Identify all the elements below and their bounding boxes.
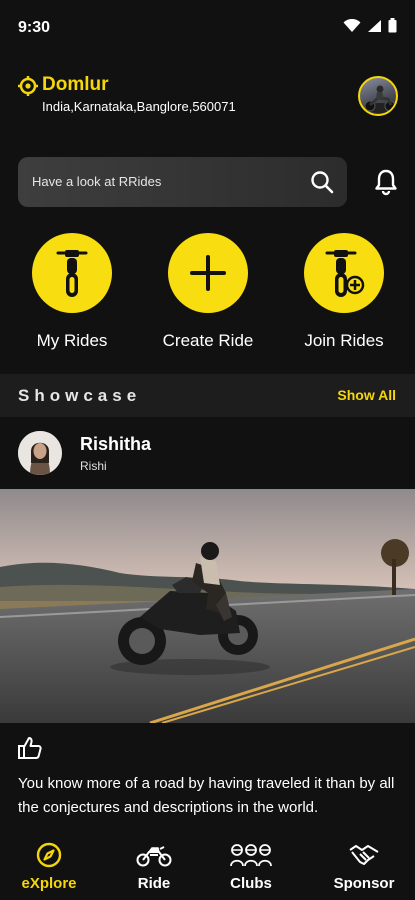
my-rides-label: My Rides xyxy=(36,331,108,350)
nav-explore[interactable]: eXplore xyxy=(0,841,99,892)
group-helmets-icon xyxy=(230,844,272,867)
app-screen: 9:30 Domlur India,Karnataka,Banglore,560… xyxy=(0,0,415,900)
signal-icon xyxy=(368,19,381,32)
search-icon[interactable] xyxy=(309,169,335,195)
wifi-icon xyxy=(343,18,361,32)
show-all-link[interactable]: Show All xyxy=(337,387,396,403)
showcase-title: Showcase xyxy=(18,386,142,405)
search-input[interactable]: Have a look at RRides xyxy=(18,157,347,207)
author-avatar-image xyxy=(18,431,62,475)
nav-clubs[interactable]: Clubs xyxy=(201,841,301,892)
bottom-navigation: eXplore Ride Clubs Sponsor xyxy=(0,835,415,900)
plus-icon xyxy=(190,255,226,291)
rider-avatar-image xyxy=(364,85,396,113)
search-placeholder: Have a look at RRides xyxy=(32,174,162,189)
nav-sponsor[interactable]: Sponsor xyxy=(314,841,414,892)
motorcycle-road-photo xyxy=(0,489,415,723)
motorcycle-join-icon xyxy=(325,250,365,297)
nav-ride-label: Ride xyxy=(137,875,171,892)
my-rides-button[interactable]: My Rides xyxy=(2,233,142,351)
status-time: 9:30 xyxy=(18,19,51,36)
handshake-icon xyxy=(349,845,379,865)
nav-clubs-label: Clubs xyxy=(230,875,272,892)
nav-sponsor-label: Sponsor xyxy=(333,875,395,892)
status-icons xyxy=(343,18,397,33)
location-address: India,Karnataka,Banglore,560071 xyxy=(42,99,236,114)
create-ride-button[interactable]: Create Ride xyxy=(138,233,278,351)
post-author-handle: Rishi xyxy=(80,459,107,473)
showcase-header: Showcase Show All xyxy=(0,374,415,417)
location-name[interactable]: Domlur xyxy=(42,74,109,96)
profile-avatar[interactable] xyxy=(358,76,398,116)
my-rides-circle[interactable] xyxy=(32,233,112,313)
post-author-name[interactable]: Rishitha xyxy=(80,434,151,455)
post-image[interactable] xyxy=(0,489,415,723)
compass-icon xyxy=(36,842,62,868)
join-rides-circle[interactable] xyxy=(304,233,384,313)
motorcycle-front-icon xyxy=(56,250,88,297)
join-rides-button[interactable]: Join Rides xyxy=(274,233,414,351)
like-thumb-icon[interactable] xyxy=(17,735,43,761)
status-bar: 9:30 xyxy=(0,0,415,58)
notification-bell-icon[interactable] xyxy=(372,168,400,196)
post-caption: You know more of a road by having travel… xyxy=(18,775,395,816)
battery-icon xyxy=(388,18,397,33)
create-ride-label: Create Ride xyxy=(162,331,254,350)
motorcycle-icon xyxy=(136,846,172,867)
create-ride-circle[interactable] xyxy=(168,233,248,313)
nav-ride[interactable]: Ride xyxy=(104,841,204,892)
location-target-icon[interactable] xyxy=(17,75,39,97)
join-rides-label: Join Rides xyxy=(304,331,384,350)
nav-explore-label: eXplore xyxy=(21,875,77,892)
post-author-avatar[interactable] xyxy=(18,431,62,475)
